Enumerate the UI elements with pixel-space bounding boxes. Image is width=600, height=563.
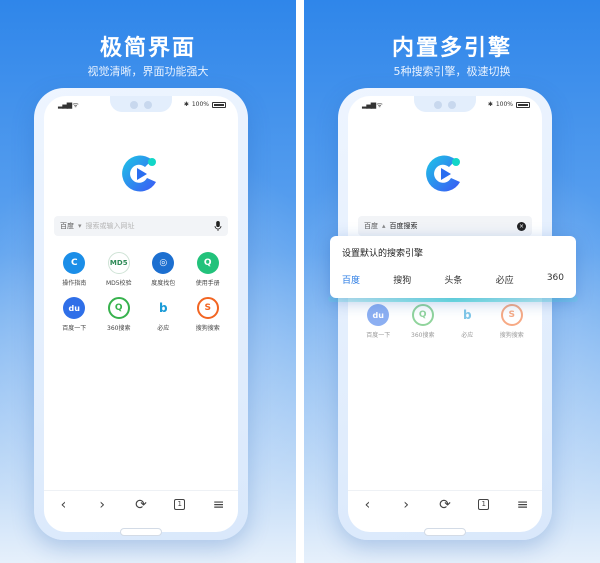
chevron-up-icon[interactable]: ▴: [382, 222, 386, 230]
back-icon[interactable]: ‹: [52, 494, 74, 516]
forward-icon[interactable]: ›: [395, 494, 417, 516]
microphone-icon[interactable]: [214, 221, 222, 231]
panel-headline: 极简界面: [99, 36, 196, 61]
shortcut-item[interactable]: S 搜狗搜索: [186, 297, 231, 332]
refresh-icon[interactable]: ⟳: [434, 494, 456, 516]
panel-subline: 5种搜索引擎，极速切换: [393, 65, 511, 78]
forward-icon[interactable]: ›: [91, 494, 113, 516]
engine-option-sogou[interactable]: 搜狗: [393, 273, 411, 286]
signal-icon: ▂▄▆ ᯤ: [58, 101, 79, 109]
refresh-icon[interactable]: ⟳: [130, 494, 152, 516]
baidu-app-icon: du: [63, 297, 86, 319]
bing-app-icon: b: [456, 304, 479, 326]
home-indicator: [120, 528, 162, 536]
phone-screen: ▂▄▆ ᯤ ✱ 100% 百度 ▴ 百度搜索 × du 百度一下 Q 360搜索…: [348, 96, 542, 532]
shortcut-item[interactable]: ◎ 度度找包: [141, 252, 186, 287]
shortcut-item[interactable]: b 必应: [141, 297, 186, 332]
engine-option-bing[interactable]: 必应: [496, 273, 514, 286]
shortcut-grid: du 百度一下 Q 360搜索 b 必应 S 搜狗搜索: [356, 304, 534, 339]
search-pack-app-icon: ◎: [152, 252, 175, 274]
search-engine-selector[interactable]: 百度: [60, 221, 74, 231]
shortcut-item[interactable]: du 百度一下: [52, 297, 97, 332]
engine-option-toutiao[interactable]: 头条: [444, 273, 462, 286]
search-bar[interactable]: 百度 ▴ 百度搜索 ×: [358, 216, 532, 236]
popup-title: 设置默认的搜索引擎: [342, 249, 424, 259]
phone-screen: ▂▄▆ ᯤ ✱ 100% 百度 ▾ 搜索或输入网址 C 操作指南 MD5 MD5…: [44, 96, 238, 532]
search-input[interactable]: 搜索或输入网址: [86, 221, 214, 231]
shortcut-item[interactable]: Q 使用手册: [186, 252, 231, 287]
promo-panel-left: 极简界面 视觉清晰，界面功能强大 ▂▄▆ ᯤ ✱ 100% 百度 ▾ 搜索或输入…: [0, 0, 296, 563]
search-input[interactable]: 百度搜索: [390, 221, 517, 231]
tabs-button[interactable]: 1: [473, 494, 495, 516]
shortcut-item[interactable]: S 搜狗搜索: [490, 304, 535, 339]
shortcut-item[interactable]: du 百度一下: [356, 304, 401, 339]
panel-subline: 视觉清晰，界面功能强大: [87, 65, 209, 78]
signal-icon: ▂▄▆ ᯤ: [362, 101, 383, 109]
menu-icon[interactable]: ≡: [512, 494, 534, 516]
bluetooth-icon: ✱: [487, 101, 493, 108]
browser-logo-icon: [426, 155, 460, 192]
browser-logo-icon: [122, 155, 156, 192]
status-bar: ▂▄▆ ᯤ ✱ 100%: [348, 100, 542, 112]
browser-toolbar: ‹ › ⟳ 1 ≡: [44, 490, 238, 518]
engine-option-baidu[interactable]: 百度: [342, 273, 360, 286]
battery-percent: 100%: [495, 101, 513, 108]
shortcut-item[interactable]: b 必应: [445, 304, 490, 339]
panel-headline: 内置多引擎: [391, 36, 512, 61]
bluetooth-icon: ✱: [183, 101, 189, 108]
bing-app-icon: b: [152, 297, 175, 319]
clear-icon[interactable]: ×: [517, 221, 526, 231]
back-icon[interactable]: ‹: [356, 494, 378, 516]
360-app-icon: Q: [107, 297, 130, 319]
battery-icon: [212, 101, 226, 108]
engine-option-360[interactable]: 360: [547, 273, 564, 286]
battery-percent: 100%: [191, 101, 209, 108]
md5-app-icon: MD5: [107, 252, 130, 274]
promo-panel-right: 内置多引擎 5种搜索引擎，极速切换 ▂▄▆ ᯤ ✱ 100% 百度 ▴ 百度搜索…: [304, 0, 600, 563]
search-engine-selector[interactable]: 百度: [364, 221, 378, 231]
tabs-button[interactable]: 1: [169, 494, 191, 516]
baidu-app-icon: du: [367, 304, 390, 326]
phone-mockup: ▂▄▆ ᯤ ✱ 100% 百度 ▴ 百度搜索 × du 百度一下 Q 360搜索…: [338, 88, 552, 540]
browser-toolbar: ‹ › ⟳ 1 ≡: [348, 490, 542, 518]
chevron-down-icon[interactable]: ▾: [78, 222, 82, 230]
sogou-app-icon: S: [500, 304, 523, 326]
shortcut-item[interactable]: C 操作指南: [52, 252, 97, 287]
search-engine-popup: 设置默认的搜索引擎 百度 搜狗 头条 必应 360: [330, 236, 576, 298]
search-bar[interactable]: 百度 ▾ 搜索或输入网址: [54, 216, 228, 236]
shortcut-item[interactable]: Q 360搜索: [401, 304, 446, 339]
home-indicator: [424, 528, 466, 536]
sogou-app-icon: S: [196, 297, 219, 319]
shortcut-item[interactable]: MD5 MD5校验: [97, 252, 142, 287]
manual-app-icon: Q: [196, 252, 219, 274]
status-bar: ▂▄▆ ᯤ ✱ 100%: [44, 100, 238, 112]
battery-icon: [516, 101, 530, 108]
menu-icon[interactable]: ≡: [208, 494, 230, 516]
shortcut-item[interactable]: Q 360搜索: [97, 297, 142, 332]
shortcut-grid: C 操作指南 MD5 MD5校验 ◎ 度度找包 Q 使用手册 du 百度一下 Q…: [52, 252, 230, 332]
engine-options: 百度 搜狗 头条 必应 360: [342, 273, 564, 286]
guide-app-icon: C: [63, 252, 86, 274]
360-app-icon: Q: [411, 304, 434, 326]
phone-mockup: ▂▄▆ ᯤ ✱ 100% 百度 ▾ 搜索或输入网址 C 操作指南 MD5 MD5…: [34, 88, 248, 540]
